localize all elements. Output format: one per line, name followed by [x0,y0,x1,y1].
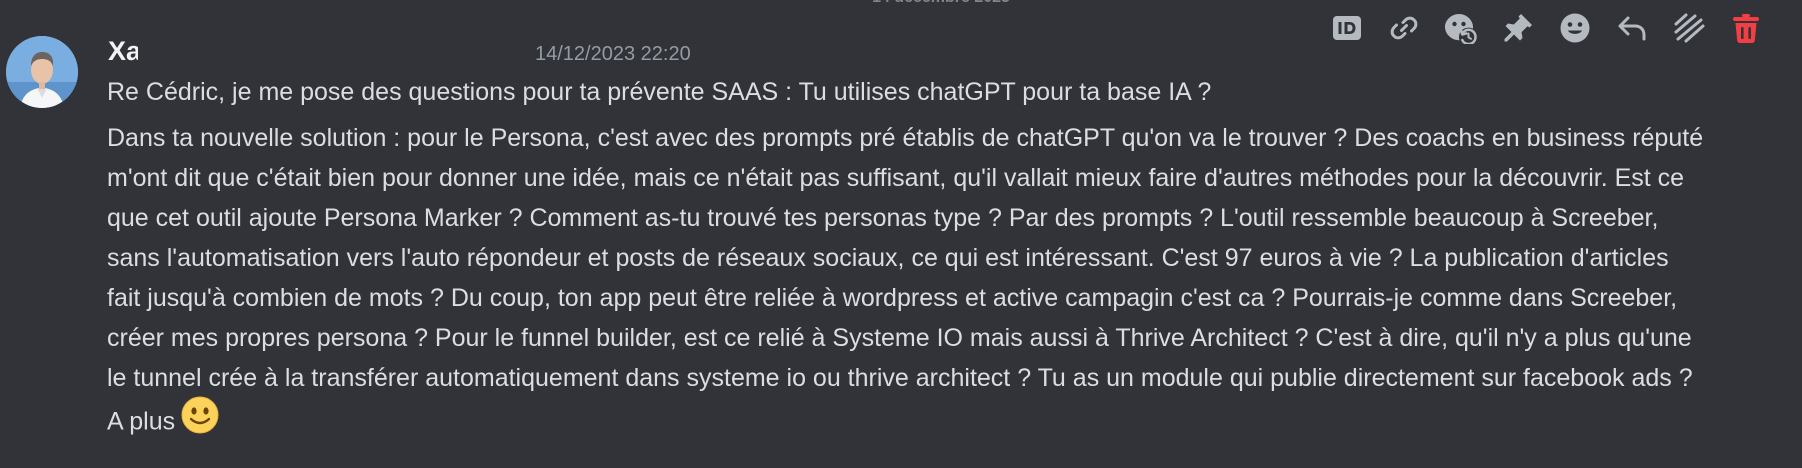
message-line: Re Cédric, je me pose des questions pour… [107,78,1212,106]
copy-link-button[interactable] [1375,0,1432,56]
author-name[interactable]: Xa [108,34,138,68]
emoji-icon [1560,13,1589,43]
reply-arrow-icon [1618,16,1645,41]
message-timestamp: 14/12/2023 22:20 [535,43,691,65]
avatar[interactable] [6,36,78,108]
create-thread-button[interactable] [1660,0,1717,56]
trash-icon [1732,14,1759,43]
add-reaction-recent-button[interactable] [1432,0,1489,56]
date-divider-label: 14 décembre 2023 [872,0,1010,8]
pin-message-button[interactable] [1489,0,1546,56]
reply-button[interactable] [1603,0,1660,56]
id-badge-icon [1332,16,1361,40]
avatar-photo-icon [6,36,78,108]
message-action-toolbar [1318,0,1794,56]
emoji-refresh-icon [1444,14,1477,44]
delete-message-button[interactable] [1717,0,1774,56]
add-reaction-button[interactable] [1546,0,1603,56]
copy-id-button[interactable] [1318,0,1375,56]
pin-icon [1504,14,1532,42]
slightly-smiling-face-icon [181,396,219,446]
message-line: Dans ta nouvelle solution : pour le Pers… [107,118,1707,448]
thread-icon [1674,13,1704,43]
message-content: Re Cédric, je me pose des questions pour… [107,72,1707,448]
message-text: Dans ta nouvelle solution : pour le Pers… [107,124,1704,436]
chat-view: 14 décembre 2023 Xa 14/12/2023 22:20 Re … [0,0,1802,468]
link-icon [1390,16,1417,40]
